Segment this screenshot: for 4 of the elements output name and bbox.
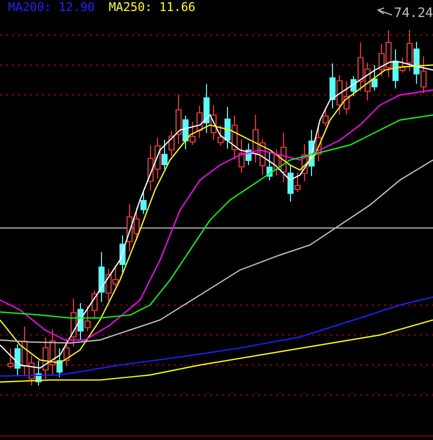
legend-label: MA200: 12.90 bbox=[8, 0, 95, 14]
max-marker-line bbox=[376, 8, 392, 16]
max-price-label: 74.24 bbox=[394, 6, 433, 21]
legend-label: MA250: 11.66 bbox=[108, 0, 196, 14]
